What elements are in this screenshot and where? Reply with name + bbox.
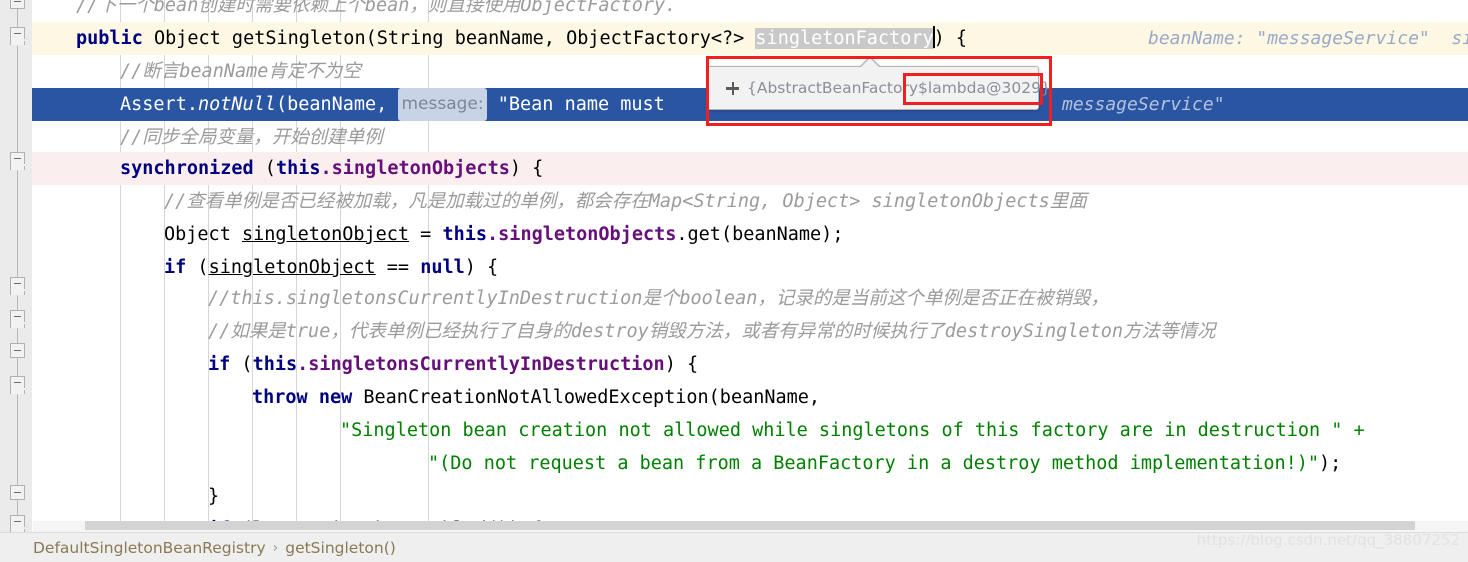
plus-expand-icon[interactable] xyxy=(726,81,739,95)
tooltip-value-prefix: {AbstractBeanFactory xyxy=(747,79,919,97)
code-line-text: //同步全局变量，开始创建单例 xyxy=(32,121,383,154)
horizontal-scrollbar-thumb[interactable] xyxy=(85,521,1415,530)
code-line[interactable]: if (singletonObject == null) { xyxy=(32,251,1468,284)
code-token: public xyxy=(76,28,143,49)
code-token: null xyxy=(420,257,465,278)
code-line[interactable]: //this.singletonsCurrentlyInDestruction是… xyxy=(32,282,1468,315)
code-token: //如果是true，代表单例已经执行了自身的destroy销毁方法，或者有异常的… xyxy=(208,321,1216,342)
code-token: ( xyxy=(253,158,276,179)
code-line[interactable]: Object singletonObject = this.singletonO… xyxy=(32,218,1468,251)
code-line[interactable]: //下一个bean创建时需要依赖上个bean，则直接使用ObjectFactor… xyxy=(32,0,1468,22)
code-token: //同步全局变量，开始创建单例 xyxy=(120,127,383,148)
code-line[interactable]: //同步全局变量，开始创建单例 xyxy=(32,121,1468,154)
code-line-text: throw new BeanCreationNotAllowedExceptio… xyxy=(32,381,820,414)
code-line-text: //查看单例是否已经被加载，凡是加载过的单例，都会存在Map<String, O… xyxy=(32,185,1087,218)
code-line[interactable]: "(Do not request a bean from a BeanFacto… xyxy=(32,447,1468,480)
code-token: ); xyxy=(1319,453,1342,474)
code-token: notNull xyxy=(197,94,276,115)
fold-marker-8[interactable] xyxy=(10,515,25,533)
inline-debug-value[interactable]: beanName: "messageService" single xyxy=(1148,22,1468,55)
code-line[interactable]: if (this.singletonsCurrentlyInDestructio… xyxy=(32,348,1468,381)
editor-gutter[interactable] xyxy=(0,0,32,533)
code-token: //this.singletonsCurrentlyInDestruction是… xyxy=(208,288,1109,309)
code-token: "Bean name must xyxy=(486,94,665,115)
fold-marker-7[interactable] xyxy=(10,485,25,500)
code-token: //查看单例是否已经被加载，凡是加载过的单例，都会存在Map<String, O… xyxy=(164,191,1087,212)
code-token: ) { xyxy=(464,257,499,278)
code-token: == xyxy=(375,257,421,278)
tooltip-value-row[interactable]: {AbstractBeanFactory $lambda@3029} xyxy=(708,67,1051,109)
code-line-text: public Object getSingleton(String beanNa… xyxy=(32,22,967,55)
code-token: Assert. xyxy=(120,94,198,115)
site-watermark: https://blog.csdn.net/qq_38807252 xyxy=(1196,531,1460,549)
code-token: singletonObject xyxy=(208,257,376,278)
code-line-text: } xyxy=(32,480,219,513)
breadcrumb-item-0[interactable]: DefaultSingletonBeanRegistry xyxy=(33,539,266,557)
code-token: .get(beanName); xyxy=(676,224,844,245)
code-token: throw new xyxy=(252,387,353,408)
code-token: Object getSingleton(String beanName, Obj… xyxy=(142,28,756,49)
code-line-text: //下一个bean创建时需要依赖上个bean，则直接使用ObjectFactor… xyxy=(32,0,676,22)
gutter-fold-rail xyxy=(17,0,18,532)
code-line[interactable]: "Singleton bean creation not allowed whi… xyxy=(32,414,1468,447)
code-line-text: //断言beanName肯定不为空 xyxy=(32,55,361,88)
breadcrumb-item-1[interactable]: getSingleton() xyxy=(285,539,396,557)
fold-marker-2[interactable] xyxy=(10,152,25,170)
ide-editor-screen: //下一个bean创建时需要依赖上个bean，则直接使用ObjectFactor… xyxy=(0,0,1468,562)
code-token: ) { xyxy=(933,28,968,49)
code-line[interactable]: public Object getSingleton(String beanNa… xyxy=(32,22,1468,55)
code-token: singletonObject xyxy=(241,224,410,245)
code-token: ) { xyxy=(509,158,544,179)
tooltip-value-lambda-id: $lambda@3029} xyxy=(918,79,1051,97)
code-token: //下一个bean创建时需要依赖上个bean，则直接使用ObjectFactor… xyxy=(76,0,677,16)
code-line-text: if (singletonObject == null) { xyxy=(32,251,498,284)
code-token: ( xyxy=(230,354,253,375)
code-token: (beanName, xyxy=(275,94,399,115)
code-token: "Singleton bean creation not allowed whi… xyxy=(340,420,1365,441)
code-token: this xyxy=(252,354,298,375)
code-token: this xyxy=(275,158,321,179)
fold-marker-6[interactable] xyxy=(10,376,25,394)
fold-marker-3[interactable] xyxy=(10,277,25,295)
code-line-text: "(Do not request a bean from a BeanFacto… xyxy=(32,447,1341,480)
code-line-text: //this.singletonsCurrentlyInDestruction是… xyxy=(32,282,1109,315)
code-token: .singletonObjects xyxy=(320,158,510,179)
code-line-text: Object singletonObject = this.singletonO… xyxy=(32,218,843,251)
code-token: this xyxy=(442,224,488,245)
code-token: .singletonObjects xyxy=(487,224,677,245)
selected-identifier: singletonFactory xyxy=(755,28,934,49)
code-line[interactable]: } xyxy=(32,480,1468,513)
code-token: } xyxy=(208,486,220,507)
breadcrumb[interactable]: DefaultSingletonBeanRegistry › getSingleto… xyxy=(33,533,396,562)
fold-marker-0[interactable] xyxy=(10,0,25,9)
fold-marker-5[interactable] xyxy=(10,343,25,358)
code-line-text: //如果是true，代表单例已经执行了自身的destroy销毁方法，或者有异常的… xyxy=(32,315,1216,348)
code-token: if xyxy=(164,257,187,278)
code-line[interactable]: //查看单例是否已经被加载，凡是加载过的单例，都会存在Map<String, O… xyxy=(32,185,1468,218)
inline-parameter-hint[interactable]: message: xyxy=(398,88,487,121)
code-line-text: if (this.singletonsCurrentlyInDestructio… xyxy=(32,348,698,381)
code-token: //断言beanName肯定不为空 xyxy=(120,61,361,82)
code-token: ( xyxy=(186,257,209,278)
code-token: BeanCreationNotAllowedException(beanName… xyxy=(352,387,821,408)
code-line[interactable]: synchronized (this.singletonObjects) { xyxy=(32,152,1468,185)
code-token: "(Do not request a bean from a BeanFacto… xyxy=(428,453,1320,474)
debugger-value-tooltip[interactable]: {AbstractBeanFactory $lambda@3029} xyxy=(707,56,1051,110)
code-token: = xyxy=(409,224,443,245)
code-token: .singletonsCurrentlyInDestruction xyxy=(297,354,665,375)
code-token: if xyxy=(208,354,231,375)
code-line-text: Assert.notNull(beanName, message: "Bean … xyxy=(32,88,665,122)
breadcrumb-separator: › xyxy=(272,540,279,556)
code-line-text: "Singleton bean creation not allowed whi… xyxy=(32,414,1365,447)
code-line[interactable]: //如果是true，代表单例已经执行了自身的destroy销毁方法，或者有异常的… xyxy=(32,315,1468,348)
fold-marker-4[interactable] xyxy=(10,310,25,328)
code-line[interactable]: throw new BeanCreationNotAllowedExceptio… xyxy=(32,381,1468,414)
code-token: Object xyxy=(164,224,242,245)
fold-marker-1[interactable] xyxy=(10,27,25,45)
code-line-text: synchronized (this.singletonObjects) { xyxy=(32,152,543,185)
code-token: synchronized xyxy=(120,158,254,179)
code-token: ) { xyxy=(664,354,699,375)
inline-debug-value[interactable]: messageService" xyxy=(1062,88,1225,121)
